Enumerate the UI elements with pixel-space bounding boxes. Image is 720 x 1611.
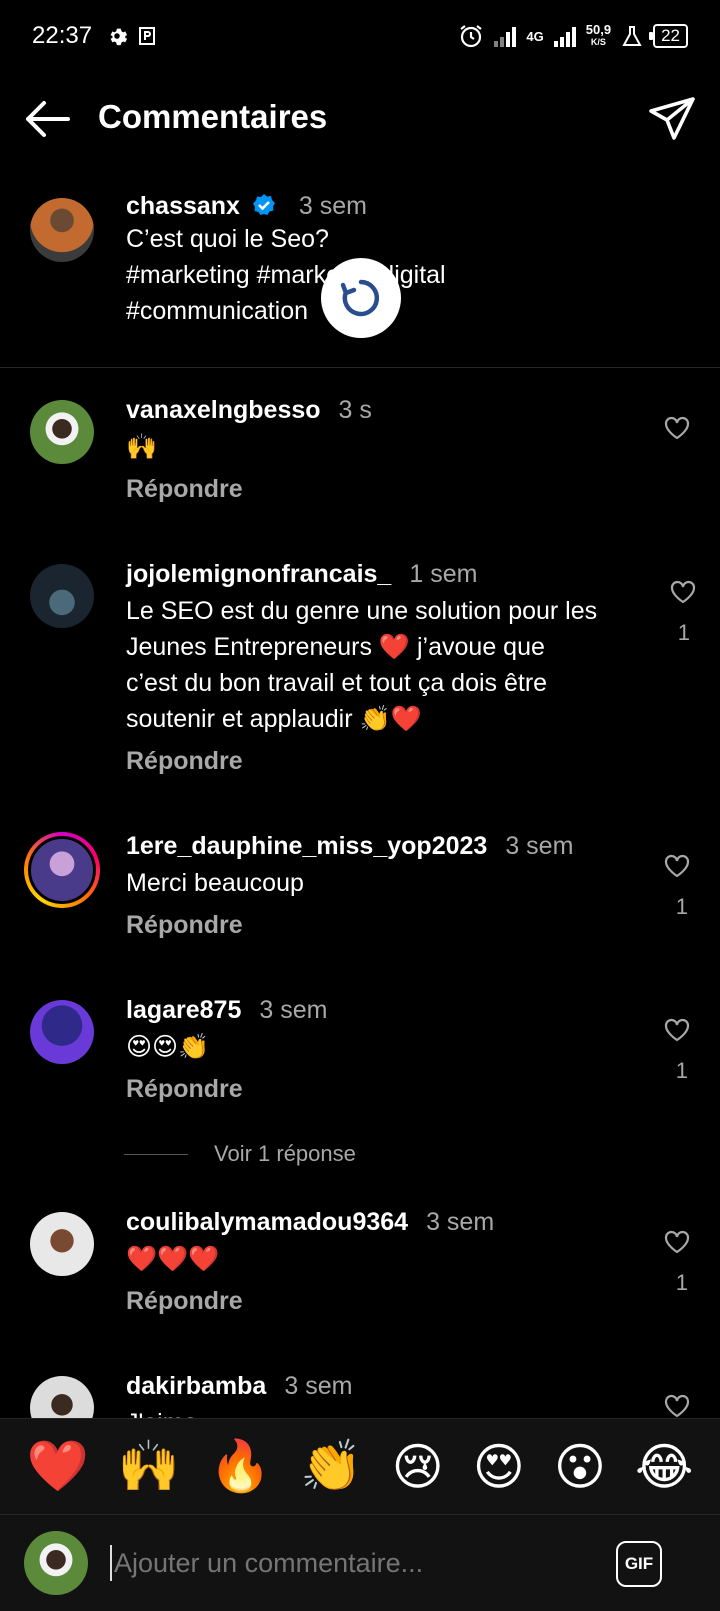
comment-username[interactable]: dakirbamba bbox=[126, 1372, 266, 1400]
signal-strong-icon bbox=[553, 25, 576, 47]
reply-button[interactable]: Répondre bbox=[126, 911, 640, 940]
reply-button[interactable]: Répondre bbox=[126, 1075, 640, 1104]
gif-button[interactable]: GIF bbox=[616, 1541, 662, 1587]
caption-line: C’est quoi le Seo? bbox=[126, 225, 329, 253]
comment-item: dakirbamba 3 sem J'aime bbox=[0, 1372, 720, 1418]
comment-time: 3 sem bbox=[426, 1208, 495, 1236]
reply-button[interactable]: Répondre bbox=[126, 1287, 640, 1316]
comment-time: 3 sem bbox=[259, 996, 328, 1024]
like-heart-icon[interactable] bbox=[670, 580, 696, 604]
comment-username[interactable]: coulibalymamadou9364 bbox=[126, 1208, 408, 1236]
avatar[interactable] bbox=[30, 198, 94, 262]
comment-username[interactable]: 1ere_dauphine_miss_yop2023 bbox=[126, 832, 487, 860]
comment-item: vanaxelngbesso 3 s 🙌 Répondre bbox=[0, 396, 720, 516]
caption-username[interactable]: chassanx bbox=[126, 192, 240, 220]
quick-emoji-bar: ❤️ 🙌 🔥 👏 😢 😍 😮 😂 bbox=[0, 1418, 720, 1514]
emoji-raising-hands[interactable]: 🙌 bbox=[118, 1437, 180, 1496]
refresh-icon bbox=[340, 279, 380, 317]
like-heart-icon[interactable] bbox=[664, 854, 690, 878]
avatar[interactable] bbox=[30, 1212, 94, 1276]
like-count: 1 bbox=[675, 894, 688, 919]
comment-text: 😍😍👏 bbox=[126, 1033, 210, 1061]
divider bbox=[124, 1153, 188, 1155]
like-count: 1 bbox=[677, 620, 690, 645]
comment-text-line: Le SEO est du genre une solution pour le… bbox=[126, 597, 598, 625]
emoji-fire[interactable]: 🔥 bbox=[209, 1437, 271, 1496]
flask-icon bbox=[622, 26, 642, 46]
emoji-surprised[interactable]: 😮 bbox=[554, 1438, 606, 1496]
send-direct-icon[interactable] bbox=[648, 96, 696, 142]
comment-composer: GIF bbox=[0, 1514, 720, 1611]
comment-username[interactable]: lagare875 bbox=[126, 996, 241, 1024]
comment-text-line: Jeunes Entrepreneurs ❤️ j’avoue que bbox=[126, 633, 545, 661]
avatar bbox=[24, 1531, 88, 1595]
like-heart-icon[interactable] bbox=[664, 416, 690, 440]
like-heart-icon[interactable] bbox=[664, 1018, 690, 1042]
settings-gear-icon bbox=[110, 28, 128, 46]
comment-item: coulibalymamadou9364 3 sem ❤️❤️❤️ Répondr… bbox=[0, 1208, 720, 1328]
emoji-crying[interactable]: 😢 bbox=[392, 1438, 444, 1496]
reply-button[interactable]: Répondre bbox=[126, 475, 640, 504]
status-bar: 22:37 4G 50,9 K/S 22 bbox=[0, 0, 720, 72]
verified-badge-icon bbox=[253, 194, 276, 215]
comment-time: 1 sem bbox=[409, 560, 478, 588]
caption-time: 3 sem bbox=[298, 192, 367, 220]
network-type-label: 4G bbox=[526, 28, 544, 44]
view-replies-link[interactable]: Voir 1 réponse bbox=[124, 1141, 356, 1167]
avatar[interactable] bbox=[30, 1376, 94, 1418]
post-caption: chassanx 3 sem C’est quoi le Seo? #marke… bbox=[0, 186, 720, 368]
loading-spinner bbox=[321, 258, 401, 338]
like-count: 1 bbox=[675, 1270, 688, 1295]
comment-item: jojolemignonfrancais_ 1 sem Le SEO est du… bbox=[0, 560, 720, 780]
parking-app-icon bbox=[139, 27, 156, 45]
avatar[interactable] bbox=[30, 400, 94, 464]
comment-text: J'aime bbox=[126, 1405, 640, 1418]
comment-username[interactable]: jojolemignonfrancais_ bbox=[126, 560, 391, 588]
alarm-icon bbox=[460, 25, 483, 48]
comment-text: 🙌 bbox=[126, 433, 158, 461]
like-heart-icon[interactable] bbox=[664, 1230, 690, 1254]
comment-text-line: soutenir et applaudir 👏❤️ bbox=[126, 705, 422, 733]
top-bar: Commentaires bbox=[0, 86, 720, 152]
like-heart-icon[interactable] bbox=[664, 1394, 690, 1418]
comment-text: Merci beaucoup bbox=[126, 869, 304, 897]
emoji-tears-of-joy[interactable]: 😂 bbox=[635, 1438, 693, 1496]
emoji-heart-eyes[interactable]: 😍 bbox=[473, 1438, 525, 1496]
back-arrow-icon[interactable] bbox=[22, 96, 72, 142]
avatar[interactable] bbox=[24, 832, 100, 908]
avatar[interactable] bbox=[30, 564, 94, 628]
like-count: 1 bbox=[675, 1058, 688, 1083]
comment-time: 3 s bbox=[338, 396, 372, 424]
avatar[interactable] bbox=[30, 1000, 94, 1064]
comment-text: ❤️❤️❤️ bbox=[126, 1245, 220, 1273]
battery-indicator: 22 bbox=[649, 24, 688, 48]
emoji-clapping[interactable]: 👏 bbox=[300, 1437, 362, 1496]
comment-time: 3 sem bbox=[505, 832, 574, 860]
emoji-red-heart[interactable]: ❤️ bbox=[27, 1437, 89, 1496]
page-title: Commentaires bbox=[98, 98, 328, 135]
comment-text-line: c’est du bon travail et tout ça dois êtr… bbox=[126, 669, 548, 697]
reply-button[interactable]: Répondre bbox=[126, 747, 650, 776]
network-speed: 50,9 K/S bbox=[585, 22, 612, 47]
comment-item: lagare875 3 sem 😍😍👏 Répondre 1 bbox=[0, 996, 720, 1116]
comment-item: 1ere_dauphine_miss_yop2023 3 sem Merci be… bbox=[0, 832, 720, 952]
status-time: 22:37 bbox=[32, 22, 93, 49]
comment-input[interactable] bbox=[110, 1545, 550, 1581]
signal-weak-icon bbox=[494, 25, 517, 47]
comment-username[interactable]: vanaxelngbesso bbox=[126, 396, 321, 424]
comment-time: 3 sem bbox=[284, 1372, 353, 1400]
